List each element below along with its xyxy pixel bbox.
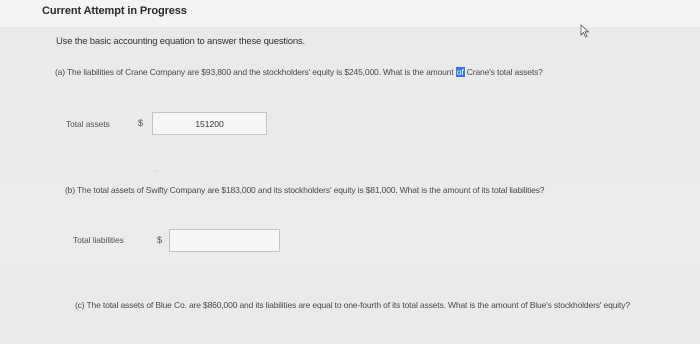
total-liabilities-input[interactable] <box>169 229 280 252</box>
selected-text-highlight[interactable]: of <box>455 67 465 77</box>
question-a-text: (a) The liabilities of Crane Company are… <box>55 67 665 78</box>
total-liabilities-currency: $ <box>157 235 163 245</box>
scribble-mark: ⁻ <box>154 168 159 177</box>
total-assets-input[interactable] <box>152 112 267 135</box>
total-liabilities-label: Total liabilities <box>73 235 124 245</box>
mouse-pointer-icon <box>580 24 590 38</box>
question-b-text: (b) The total assets of Swifty Company a… <box>65 185 545 195</box>
header-bar: Current Attempt in Progress <box>0 0 700 27</box>
question-a-text-part2: Crane's total assets? <box>466 67 543 77</box>
attempt-status-title: Current Attempt in Progress <box>42 5 187 17</box>
total-assets-label: Total assets <box>66 119 110 129</box>
question-c-text: (c) The total assets of Blue Co. are $86… <box>75 300 630 310</box>
instruction-text: Use the basic accounting equation to ans… <box>56 36 305 47</box>
total-assets-currency: $ <box>138 118 144 128</box>
question-a-text-part1: (a) The liabilities of Crane Company are… <box>55 67 454 77</box>
